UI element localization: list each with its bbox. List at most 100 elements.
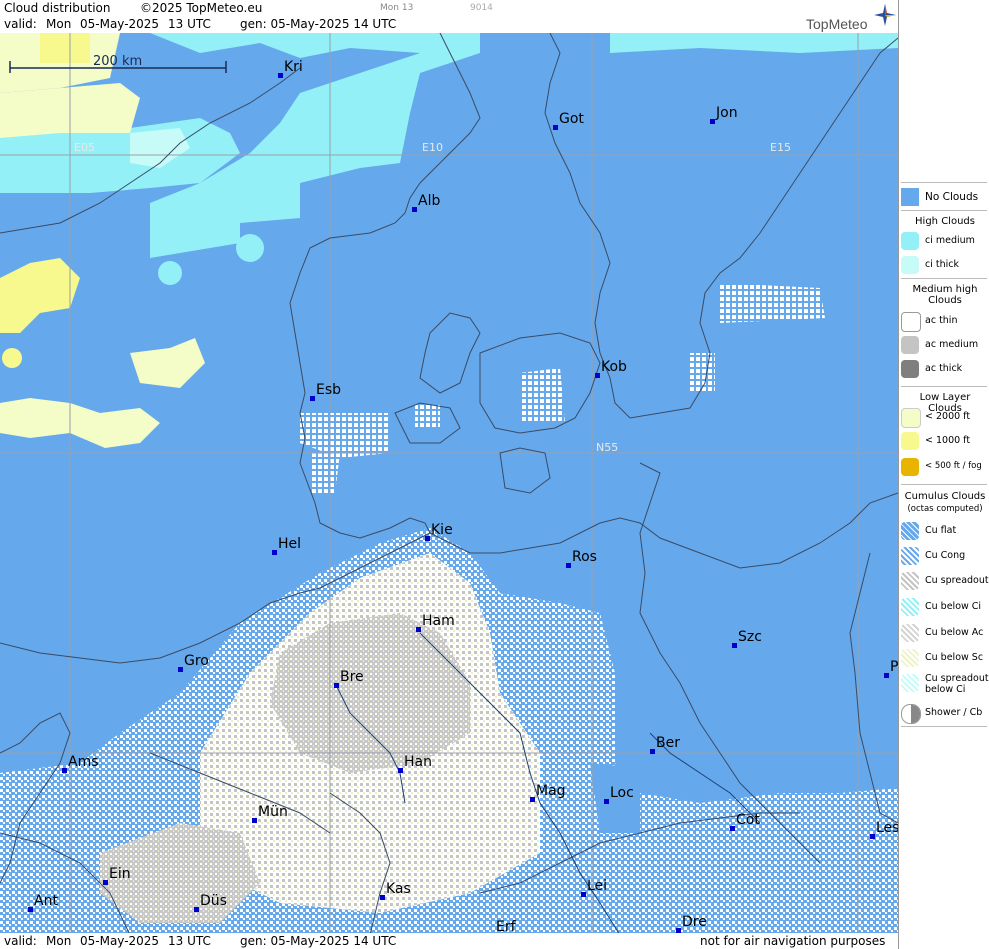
legend-low-1000: < 1000 ft bbox=[901, 430, 987, 450]
city-marker bbox=[194, 907, 199, 912]
legend-separator bbox=[901, 726, 987, 727]
label-ac-medium: ac medium bbox=[925, 339, 979, 350]
label-low-1000: < 1000 ft bbox=[925, 435, 971, 446]
legend-shower-cb: Shower / Cb bbox=[901, 702, 987, 724]
city-marker bbox=[310, 396, 315, 401]
grid-label-e15: E15 bbox=[770, 141, 791, 154]
legend-cu-below-ci: Cu below Ci bbox=[901, 596, 987, 616]
legend-separator bbox=[901, 278, 987, 279]
swatch-cu-below-ci bbox=[901, 598, 919, 616]
code-label: 9014 bbox=[470, 3, 493, 13]
city-marker bbox=[730, 826, 735, 831]
city-marker bbox=[28, 907, 33, 912]
legend-low-500: < 500 ft / fog bbox=[901, 456, 987, 476]
cloud-map-svg: E05 E10 E15 N55 200 km Kri Got Jon Alb Esb Ko… bbox=[0, 33, 898, 935]
swatch-cu-flat bbox=[901, 522, 919, 540]
label-cu-below-ac: Cu below Ac bbox=[925, 627, 984, 638]
city-label: Cot bbox=[736, 812, 760, 828]
label-low-2000: < 2000 ft bbox=[925, 411, 971, 422]
swatch-ac-thick bbox=[901, 360, 919, 378]
footer-valid-day: Mon bbox=[46, 934, 72, 948]
city-label: Ham bbox=[422, 613, 455, 629]
legend-cu-spreadout-below-ci: Cu spreadout below Ci bbox=[901, 672, 989, 698]
label-cu-below-sc: Cu below Sc bbox=[925, 652, 984, 663]
city-marker bbox=[710, 119, 715, 124]
valid-date: 05-May-2025 bbox=[80, 17, 160, 31]
city-label: Dre bbox=[682, 914, 707, 930]
city-marker bbox=[272, 550, 277, 555]
city-label: Gro bbox=[184, 653, 209, 669]
city-marker bbox=[530, 797, 535, 802]
scale-label: 200 km bbox=[93, 54, 142, 69]
city-label: Les bbox=[876, 820, 898, 836]
legend-cu-flat: Cu flat bbox=[901, 520, 987, 540]
legend-ci-medium: ci medium bbox=[901, 230, 987, 250]
legend-separator bbox=[901, 484, 987, 485]
city-label: Szc bbox=[738, 629, 762, 645]
valid-label: valid: bbox=[4, 17, 37, 31]
city-label: Ams bbox=[68, 754, 99, 770]
label-ci-medium: ci medium bbox=[925, 235, 975, 246]
city-marker bbox=[380, 895, 385, 900]
city-label: Loc bbox=[610, 785, 634, 801]
city-label: Düs bbox=[200, 893, 227, 909]
map-title: Cloud distribution bbox=[4, 1, 111, 15]
city-label: Ber bbox=[656, 735, 680, 751]
city-label: Mag bbox=[536, 783, 566, 799]
swatch-cu-below-sc bbox=[901, 649, 919, 667]
legend-separator bbox=[901, 210, 987, 211]
label-ci-thick: ci thick bbox=[925, 259, 959, 270]
city-marker bbox=[103, 880, 108, 885]
legend-panel: No Clouds High Clouds ci medium ci thick… bbox=[898, 0, 989, 949]
legend-cumulus-subtitle: (octas computed) bbox=[907, 504, 983, 514]
grid-label-e05: E05 bbox=[74, 141, 95, 154]
label-ac-thin: ac thin bbox=[925, 315, 958, 326]
legend-high-title: High Clouds bbox=[915, 216, 975, 227]
city-marker bbox=[62, 768, 67, 773]
city-label: Ein bbox=[109, 866, 131, 882]
swatch-shower-cb bbox=[901, 704, 921, 724]
city-marker bbox=[870, 834, 875, 839]
label-cu-spreadout: Cu spreadout bbox=[925, 575, 989, 586]
grid-label-e10: E10 bbox=[422, 141, 443, 154]
label-ac-thick: ac thick bbox=[925, 363, 963, 374]
swatch-cu-spreadout bbox=[901, 572, 919, 590]
legend-ac-thick: ac thick bbox=[901, 358, 987, 378]
city-marker bbox=[581, 892, 586, 897]
city-label: Kas bbox=[386, 881, 411, 897]
city-label: Alb bbox=[418, 193, 440, 209]
city-marker bbox=[650, 749, 655, 754]
label-cu-spreadout-below-ci: Cu spreadout below Ci bbox=[925, 673, 989, 695]
legend-separator bbox=[901, 386, 987, 387]
city-label: P bbox=[890, 659, 898, 675]
header-row-2: valid: Mon 05-May-2025 13 UTC gen: 05-Ma… bbox=[0, 16, 898, 33]
city-label: Mün bbox=[258, 804, 288, 820]
legend-medium-title: Medium high Clouds bbox=[912, 284, 978, 306]
label-low-500: < 500 ft / fog bbox=[925, 461, 982, 471]
city-marker bbox=[595, 373, 600, 378]
gen-label: gen: 05-May-2025 14 UTC bbox=[240, 17, 397, 31]
cumulus-area bbox=[0, 283, 898, 935]
city-marker bbox=[178, 667, 183, 672]
disclaimer: not for air navigation purposes bbox=[700, 934, 886, 948]
city-label: Got bbox=[559, 111, 584, 127]
city-label: Ant bbox=[34, 893, 58, 909]
city-marker bbox=[278, 73, 283, 78]
footer-gen-label: gen: 05-May-2025 14 UTC bbox=[240, 934, 397, 948]
city-marker bbox=[566, 563, 571, 568]
city-label: Han bbox=[404, 754, 432, 770]
footer-valid-date: 05-May-2025 bbox=[80, 934, 160, 948]
label-cu-below-ci: Cu below Ci bbox=[925, 601, 982, 612]
swatch-low-500 bbox=[901, 458, 919, 476]
cloud-map[interactable]: E05 E10 E15 N55 200 km Kri Got Jon Alb Esb Ko… bbox=[0, 33, 898, 935]
run-label: Mon 13 bbox=[380, 3, 414, 13]
topmeteo-logo: TopMeteo bbox=[806, 4, 898, 32]
swatch-ac-thin bbox=[901, 312, 921, 332]
legend-cu-below-sc: Cu below Sc bbox=[901, 647, 987, 667]
swatch-cu-spreadout-below-ci bbox=[901, 674, 919, 692]
compass-star-icon bbox=[874, 4, 896, 26]
swatch-low-1000 bbox=[901, 432, 919, 450]
city-marker bbox=[884, 673, 889, 678]
footer-row: valid: Mon 05-May-2025 13 UTC gen: 05-Ma… bbox=[0, 933, 898, 949]
city-label: Jon bbox=[715, 105, 738, 121]
